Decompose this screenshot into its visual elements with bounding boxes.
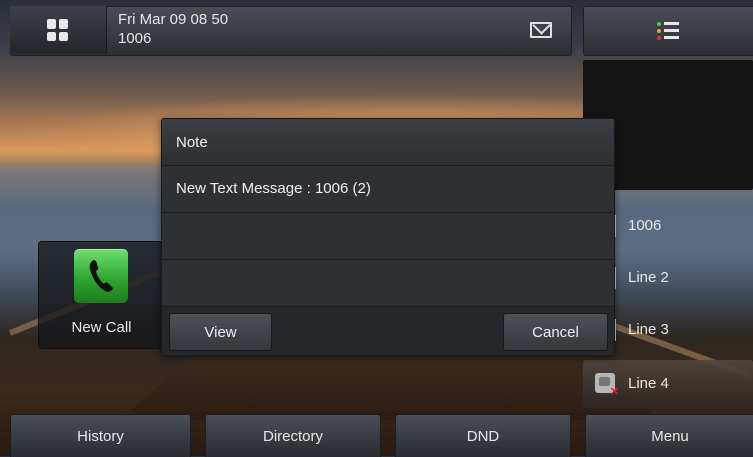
status-info: Fri Mar 09 08 50 1006 (118, 10, 228, 48)
account-text: 1006 (118, 30, 152, 47)
view-button[interactable]: View (169, 313, 272, 351)
menu-list-button[interactable] (583, 6, 753, 56)
dialog-message-row[interactable]: New Text Message : 1006 (2) (162, 166, 614, 213)
line-key-2[interactable]: Line 2 (614, 254, 753, 302)
apps-grid-icon (47, 19, 69, 41)
line-key-label: Line 3 (628, 321, 669, 338)
softkey-history[interactable]: History (10, 414, 191, 457)
line-key-1[interactable]: 1006 (614, 202, 753, 250)
dialog-header: Note (162, 119, 614, 166)
line-key-label: Line 2 (628, 269, 669, 286)
datetime-text: Fri Mar 09 08 50 (118, 11, 229, 28)
softkey-dnd[interactable]: DND (395, 414, 571, 457)
phone-handset-icon (74, 249, 128, 303)
cancel-button[interactable]: Cancel (503, 313, 608, 351)
dialog-empty-row (162, 260, 614, 307)
apps-button[interactable] (10, 6, 107, 54)
dialog-title: Note (176, 134, 208, 151)
phone-error-icon (595, 373, 619, 398)
new-call-button[interactable]: New Call (38, 241, 165, 349)
new-call-label: New Call (71, 319, 132, 336)
dialog-message: New Text Message : 1006 (2) (176, 180, 371, 197)
line-key-label: Line 4 (628, 375, 669, 392)
mail-icon[interactable] (530, 22, 552, 38)
line-key-label: 1006 (628, 217, 662, 234)
line-key-4[interactable]: Line 4 (583, 360, 753, 408)
line-key-3[interactable]: Line 3 (614, 306, 753, 354)
dialog-footer: View Cancel (162, 307, 614, 355)
note-dialog: Note New Text Message : 1006 (2) View Ca… (161, 118, 615, 356)
list-menu-icon (657, 22, 679, 40)
softkey-directory[interactable]: Directory (205, 414, 381, 457)
dialog-empty-row (162, 213, 614, 260)
softkey-menu[interactable]: Menu (585, 414, 753, 457)
